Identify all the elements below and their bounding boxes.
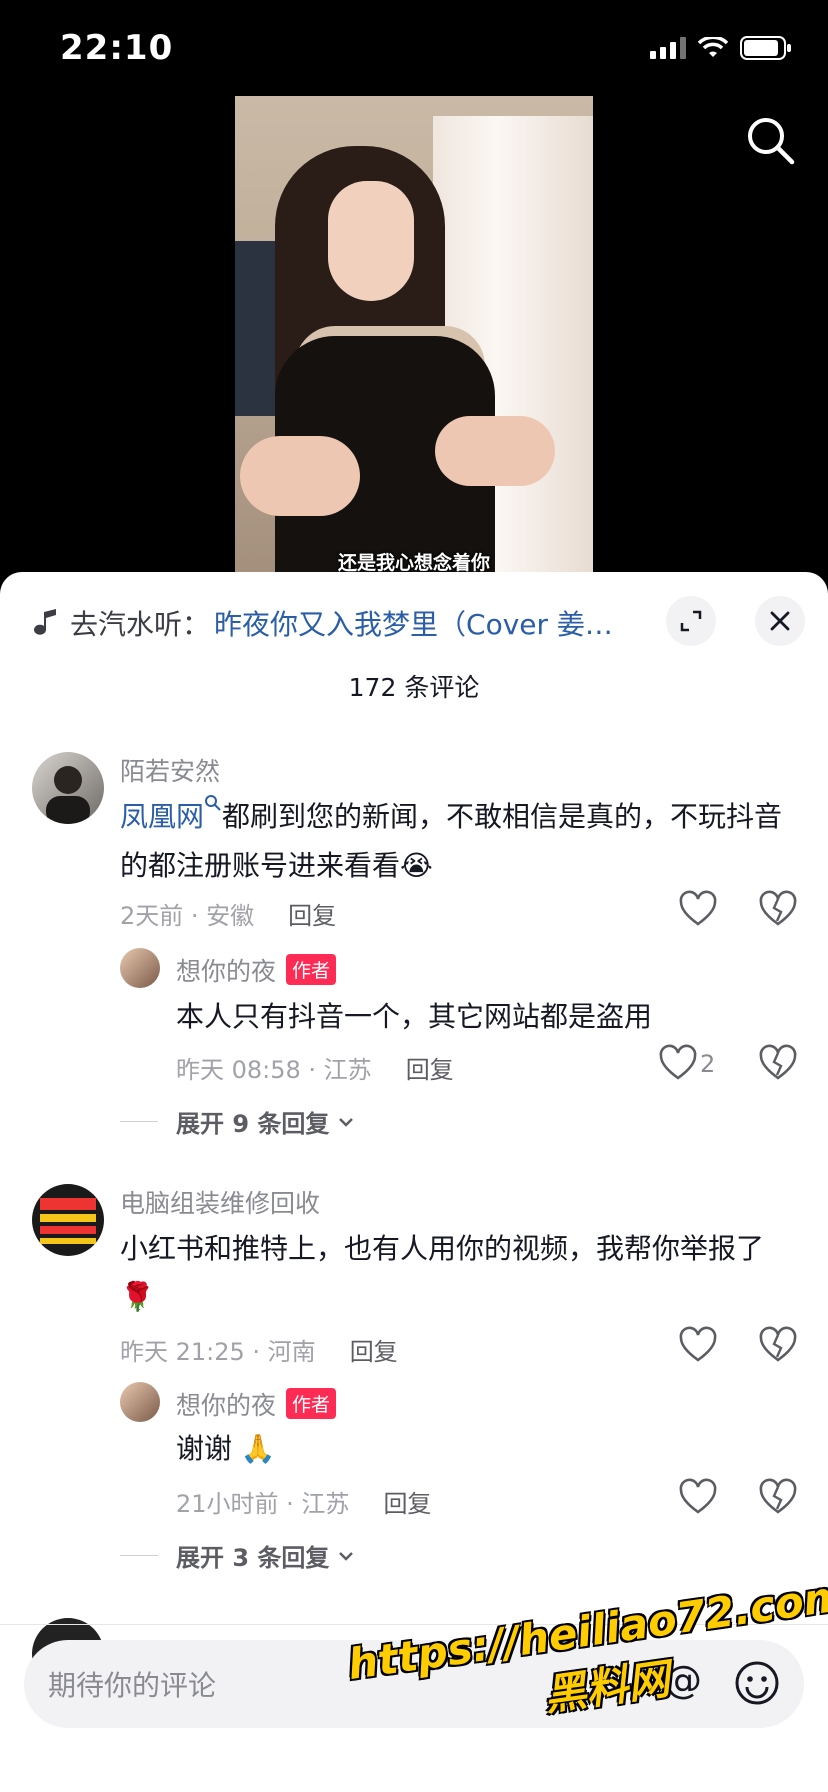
- heart-icon[interactable]: [678, 1478, 718, 1518]
- comment-emoji: 🌹: [120, 1280, 155, 1313]
- avatar[interactable]: [32, 1184, 104, 1256]
- video-player[interactable]: 还是我心想念着你: [235, 96, 593, 576]
- broken-heart-icon[interactable]: [758, 1326, 798, 1366]
- reply-username[interactable]: 想你的夜 作者: [176, 952, 337, 988]
- comment-meta: 2天前 · 安徽 回复: [120, 896, 336, 931]
- music-note-icon: [34, 609, 56, 635]
- comment-text: 凤凰网 都刷到您的新闻，不敢相信是真的，不玩抖音的都注册账号进来看看😭: [120, 792, 800, 890]
- close-icon: [770, 611, 790, 631]
- battery-icon: [740, 36, 791, 60]
- broken-heart-icon[interactable]: [758, 890, 798, 930]
- comment-input-placeholder: 期待你的评论: [48, 1669, 217, 1702]
- broken-heart-icon[interactable]: [758, 1478, 798, 1518]
- video-person-hand-left: [240, 436, 360, 516]
- reply-username[interactable]: 想你的夜 作者: [176, 1386, 337, 1422]
- wifi-icon: [698, 37, 728, 57]
- avatar[interactable]: [32, 752, 104, 824]
- avatar[interactable]: [120, 1382, 160, 1422]
- reply-button[interactable]: 回复: [288, 902, 336, 930]
- comment-time-location: 2天前 · 安徽: [120, 902, 255, 930]
- comment-count: 172 条评论: [348, 673, 480, 702]
- reply-username-text: 想你的夜: [176, 957, 277, 986]
- reply-username-text: 想你的夜: [176, 1391, 277, 1420]
- broken-heart-icon[interactable]: [758, 1044, 798, 1084]
- reply-meta: 昨天 08:58 · 江苏 回复: [176, 1050, 454, 1085]
- video-person-hand-right: [435, 416, 555, 486]
- status-time: 22:10: [60, 28, 174, 68]
- comment-time-location: 昨天 21:25 · 河南: [120, 1338, 316, 1366]
- reply-time-location: 昨天 08:58 · 江苏: [176, 1056, 372, 1084]
- search-icon[interactable]: [742, 112, 798, 168]
- comment-text: 小红书和推特上，也有人用你的视频，我帮你举报了: [120, 1232, 765, 1265]
- comment-text-body: 都刷到您的新闻，不敢相信是真的，不玩抖音的都注册账号进来看看😭: [120, 800, 783, 882]
- like-count: 2: [700, 1050, 716, 1078]
- music-link[interactable]: 去汽水听： 昨夜你又入我梦里（Cover 姜…: [34, 598, 634, 648]
- expand-replies[interactable]: 展开 3 条回复: [120, 1538, 357, 1573]
- close-button[interactable]: [755, 596, 805, 646]
- chevron-down-icon: [339, 1551, 354, 1561]
- reply-time-location: 21小时前 · 江苏: [176, 1490, 350, 1518]
- expand-replies-label: 展开 3 条回复: [176, 1544, 330, 1572]
- music-title[interactable]: 昨夜你又入我梦里（Cover 姜…: [214, 603, 613, 643]
- reply-text: 本人只有抖音一个，其它网站都是盗用: [176, 1000, 653, 1033]
- status-icons: [650, 36, 792, 60]
- reply-text: 谢谢 🙏: [176, 1432, 276, 1465]
- reply-button[interactable]: 回复: [406, 1056, 454, 1084]
- author-badge: 作者: [286, 1388, 337, 1419]
- comment-username[interactable]: 电脑组装维修回收: [120, 1184, 320, 1220]
- comment-username[interactable]: 陌若安然: [120, 752, 220, 788]
- video-subtitle: 还是我心想念着你: [337, 552, 490, 574]
- comment-link[interactable]: 凤凰网: [120, 800, 204, 833]
- expand-icon: [680, 610, 702, 632]
- signal-icon: [650, 37, 686, 59]
- expand-replies[interactable]: 展开 9 条回复: [120, 1104, 357, 1139]
- search-icon: [205, 795, 221, 811]
- status-bar: 22:10: [0, 0, 828, 96]
- reply-button[interactable]: 回复: [383, 1490, 431, 1518]
- expand-button[interactable]: [666, 596, 716, 646]
- heart-icon[interactable]: [678, 1326, 718, 1366]
- reply-button[interactable]: 回复: [350, 1338, 398, 1366]
- heart-icon[interactable]: [658, 1044, 698, 1084]
- reply-meta: 21小时前 · 江苏 回复: [176, 1484, 431, 1519]
- comment-meta: 昨天 21:25 · 河南 回复: [120, 1332, 398, 1367]
- heart-icon[interactable]: [678, 890, 718, 930]
- music-prefix: 去汽水听：: [70, 608, 211, 641]
- divider: [120, 1121, 158, 1122]
- avatar[interactable]: [120, 948, 160, 988]
- video-person-face: [328, 181, 414, 301]
- chevron-down-icon: [339, 1117, 354, 1127]
- divider: [120, 1555, 158, 1556]
- expand-replies-label: 展开 9 条回复: [176, 1110, 330, 1138]
- author-badge: 作者: [286, 954, 337, 985]
